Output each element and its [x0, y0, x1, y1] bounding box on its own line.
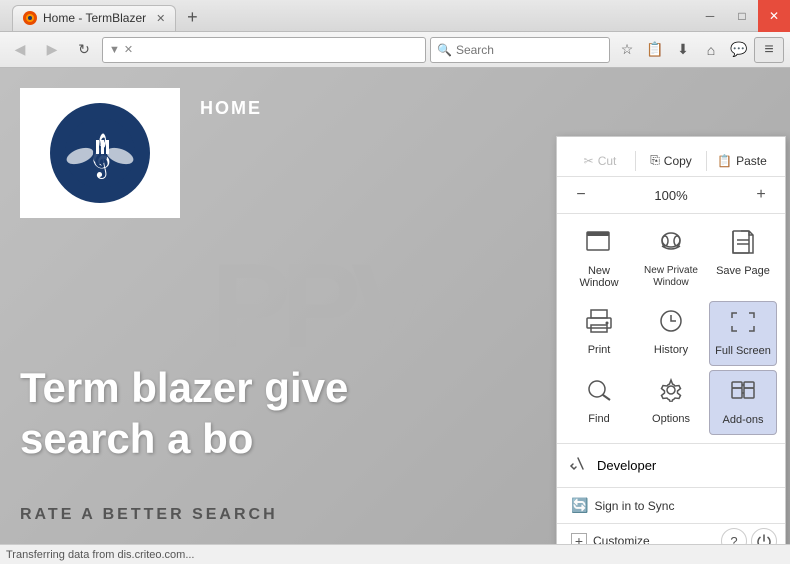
save-page-label: Save Page [716, 265, 770, 277]
sign-in-item[interactable]: 🔄 Sign in to Sync [565, 492, 777, 519]
full-screen-item[interactable]: Full Screen [709, 301, 777, 366]
new-window-label: New Window [569, 265, 629, 289]
zoom-value: 100% [601, 188, 741, 203]
save-page-item[interactable]: Save Page [709, 222, 777, 297]
add-ons-icon [729, 379, 757, 410]
page-content: 𝄞 PPV HOME Term blazer give search a bo … [0, 68, 790, 544]
print-item[interactable]: Print [565, 301, 633, 366]
developer-icon [569, 454, 589, 477]
logo-area: 𝄞 [20, 88, 180, 218]
tab-favicon [23, 11, 37, 25]
search-input[interactable] [456, 43, 611, 57]
search-bar[interactable]: 🔍 [430, 37, 610, 63]
main-menu-button[interactable]: ≡ [754, 37, 784, 63]
developer-item[interactable]: Developer [565, 448, 777, 483]
close-button[interactable]: ✕ [758, 0, 790, 32]
customize-item[interactable]: + Customize [565, 528, 717, 544]
maximize-button[interactable]: □ [726, 0, 758, 32]
clipboard-row: ✂ Cut ⎘ Copy 📋 Paste [557, 145, 785, 177]
history-item[interactable]: History [637, 301, 705, 366]
home-icon[interactable]: ⌂ [698, 37, 724, 63]
full-screen-icon [729, 310, 757, 341]
status-text: Transferring data from dis.criteo.com... [6, 549, 195, 561]
address-clear-icon[interactable]: ✕ [124, 43, 133, 56]
help-button[interactable]: ? [721, 528, 747, 544]
tagline-line2: search a bo [20, 414, 348, 464]
status-bar: Transferring data from dis.criteo.com... [0, 544, 790, 564]
logo-circle: 𝄞 [50, 103, 150, 203]
sign-in-icon: 🔄 [571, 497, 588, 514]
zoom-plus-button[interactable]: + [749, 183, 773, 207]
window-controls: ─ □ ✕ [694, 0, 790, 32]
refresh-button[interactable]: ↻ [70, 36, 98, 64]
zoom-row: − 100% + [557, 177, 785, 214]
copy-label: Copy [664, 154, 692, 168]
dropdown-menu: ✂ Cut ⎘ Copy 📋 Paste − 100% + [556, 136, 786, 544]
options-item[interactable]: Options [637, 370, 705, 435]
download-icon[interactable]: ⬇ [670, 37, 696, 63]
forward-button[interactable]: ▶ [38, 36, 66, 64]
cut-icon: ✂ [584, 154, 594, 168]
power-button[interactable] [751, 528, 777, 544]
search-icon: 🔍 [437, 43, 452, 57]
page-heading: HOME [200, 98, 262, 119]
save-page-icon [729, 230, 757, 261]
tab-close-button[interactable]: ✕ [156, 12, 165, 25]
print-label: Print [588, 344, 611, 356]
tab-title: Home - TermBlazer [43, 11, 146, 25]
find-label: Find [588, 413, 609, 425]
developer-label: Developer [597, 458, 656, 473]
address-bar[interactable]: ▼ ✕ [102, 37, 426, 63]
history-icon [657, 309, 685, 340]
back-button[interactable]: ◀ [6, 36, 34, 64]
minimize-button[interactable]: ─ [694, 0, 726, 32]
new-private-icon [657, 230, 685, 261]
toolbar-icons: ☆ 📋 ⬇ ⌂ 💬 ≡ [614, 37, 784, 63]
options-label: Options [652, 413, 690, 425]
zoom-minus-button[interactable]: − [569, 183, 593, 207]
address-dropdown-icon[interactable]: ▼ [109, 44, 120, 56]
cut-button[interactable]: ✂ Cut [565, 150, 635, 172]
sign-in-label: Sign in to Sync [594, 499, 674, 513]
options-icon [657, 378, 685, 409]
new-private-label: New PrivateWindow [644, 265, 698, 289]
new-private-window-item[interactable]: New PrivateWindow [637, 222, 705, 297]
copy-icon: ⎘ [650, 153, 660, 168]
bookmark-star-icon[interactable]: ☆ [614, 37, 640, 63]
page-tagline: Term blazer give search a bo [20, 363, 348, 464]
history-label: History [654, 344, 688, 356]
print-icon [585, 309, 613, 340]
new-tab-button[interactable]: + [178, 5, 206, 31]
find-icon [585, 378, 613, 409]
bottom-text: RATE A BETTER SEARCH [20, 506, 278, 524]
navigation-bar: ◀ ▶ ↻ ▼ ✕ 🔍 ☆ 📋 ⬇ ⌂ 💬 ≡ [0, 32, 790, 68]
bottom-row: + Customize ? [557, 524, 785, 544]
developer-section: Developer [557, 444, 785, 488]
paste-label: Paste [736, 154, 767, 168]
customize-icon: + [571, 533, 587, 544]
active-tab[interactable]: Home - TermBlazer ✕ [12, 5, 176, 31]
tab-bar: Home - TermBlazer ✕ + [8, 5, 210, 31]
add-ons-item[interactable]: Add-ons [709, 370, 777, 435]
customize-label: Customize [593, 534, 650, 544]
bottom-icon-group: ? [721, 528, 777, 544]
chat-icon[interactable]: 💬 [726, 37, 752, 63]
add-ons-label: Add-ons [723, 414, 764, 426]
tagline-line1: Term blazer give [20, 363, 348, 413]
sign-in-section: 🔄 Sign in to Sync [557, 488, 785, 524]
bookmarks-icon[interactable]: 📋 [642, 37, 668, 63]
paste-icon: 📋 [717, 154, 732, 168]
title-bar: Home - TermBlazer ✕ + ─ □ ✕ [0, 0, 790, 32]
watermark: PPV [211, 237, 421, 375]
cut-label: Cut [598, 154, 617, 168]
copy-button[interactable]: ⎘ Copy [636, 149, 706, 172]
paste-button[interactable]: 📋 Paste [707, 150, 777, 172]
new-window-icon [585, 230, 613, 261]
find-item[interactable]: Find [565, 370, 633, 435]
new-window-item[interactable]: New Window [565, 222, 633, 297]
full-screen-label: Full Screen [715, 345, 771, 357]
menu-icon-grid: New Window New PrivateWindow [557, 214, 785, 444]
